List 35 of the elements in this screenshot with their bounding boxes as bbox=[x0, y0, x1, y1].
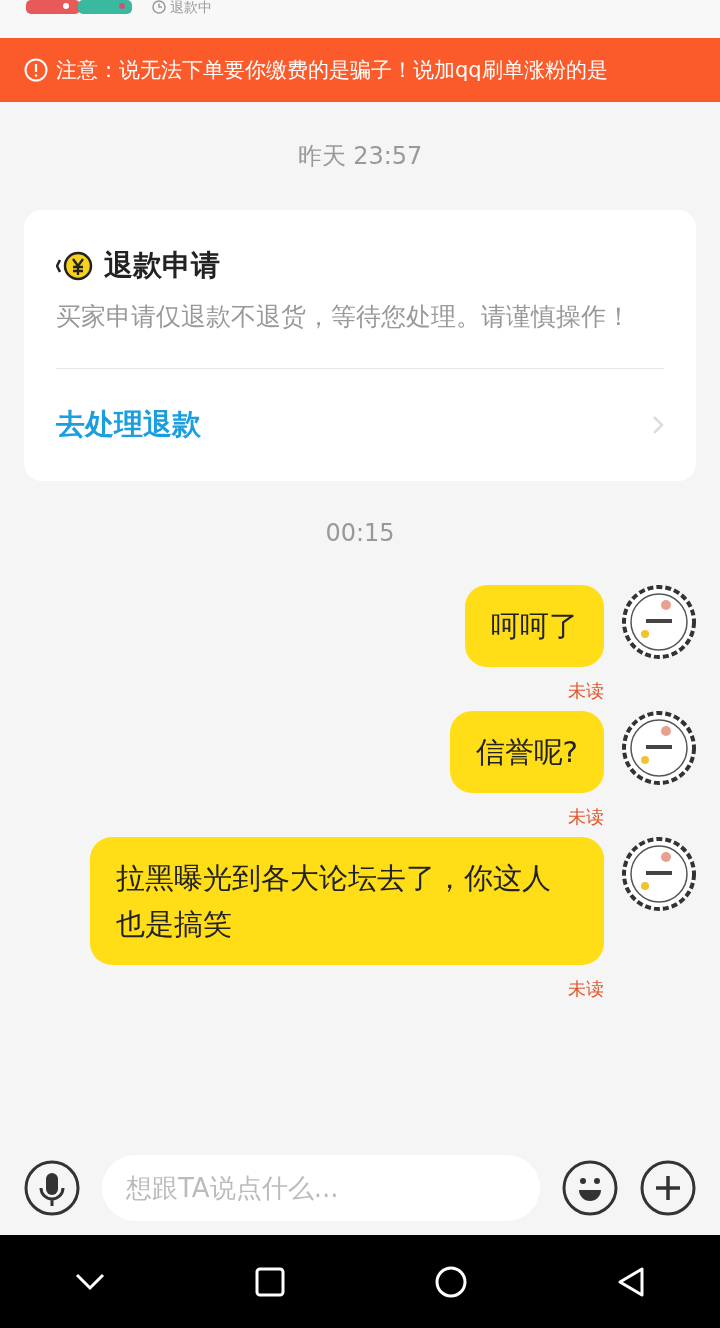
message-bubble: 拉黑曝光到各大论坛去了，你这人也是搞笑 bbox=[90, 837, 604, 965]
microphone-icon bbox=[24, 1159, 80, 1216]
alert-icon bbox=[24, 58, 48, 82]
message-bubble: 呵呵了 bbox=[465, 585, 604, 667]
unread-status: 未读 bbox=[568, 679, 604, 703]
recents-button[interactable] bbox=[255, 1266, 285, 1297]
message-bubble: 信誉呢? bbox=[449, 711, 604, 793]
timestamp: 00:15 bbox=[325, 519, 395, 547]
message-input[interactable]: 想跟TA说点什么... bbox=[102, 1154, 540, 1221]
clock-icon bbox=[152, 0, 166, 14]
notice-text: 注意：说无法下单要你缴费的是骗子！说加qq刷单涨粉的是 bbox=[56, 57, 608, 84]
process-refund-link[interactable]: 去处理退款 bbox=[56, 369, 664, 481]
card-title: 退款申请 bbox=[104, 247, 220, 284]
collapse-button[interactable] bbox=[75, 1272, 105, 1291]
add-button[interactable] bbox=[640, 1159, 696, 1216]
avatar-icon bbox=[622, 585, 696, 659]
avatar-icon bbox=[622, 837, 696, 911]
card-body: 买家申请仅退款不退货，等待您处理。请谨慎操作！ bbox=[56, 296, 664, 369]
triangle-left-icon bbox=[617, 1265, 645, 1298]
unread-status: 未读 bbox=[568, 977, 604, 1001]
yen-coin-icon bbox=[56, 251, 94, 281]
home-button[interactable] bbox=[435, 1265, 467, 1298]
back-button[interactable] bbox=[617, 1265, 645, 1298]
chevron-down-icon bbox=[75, 1272, 105, 1291]
square-icon bbox=[255, 1266, 285, 1297]
voice-button[interactable] bbox=[24, 1159, 80, 1216]
refund-status: 退款中 bbox=[170, 0, 212, 14]
avatar-icon bbox=[622, 711, 696, 785]
timestamp: 昨天 23:57 bbox=[297, 141, 423, 172]
emoji-button[interactable] bbox=[562, 1159, 618, 1216]
chevron-right-icon bbox=[652, 415, 664, 435]
circle-icon bbox=[435, 1265, 467, 1298]
plus-icon bbox=[640, 1159, 696, 1216]
smiley-icon bbox=[562, 1159, 618, 1216]
unread-status: 未读 bbox=[568, 805, 604, 829]
